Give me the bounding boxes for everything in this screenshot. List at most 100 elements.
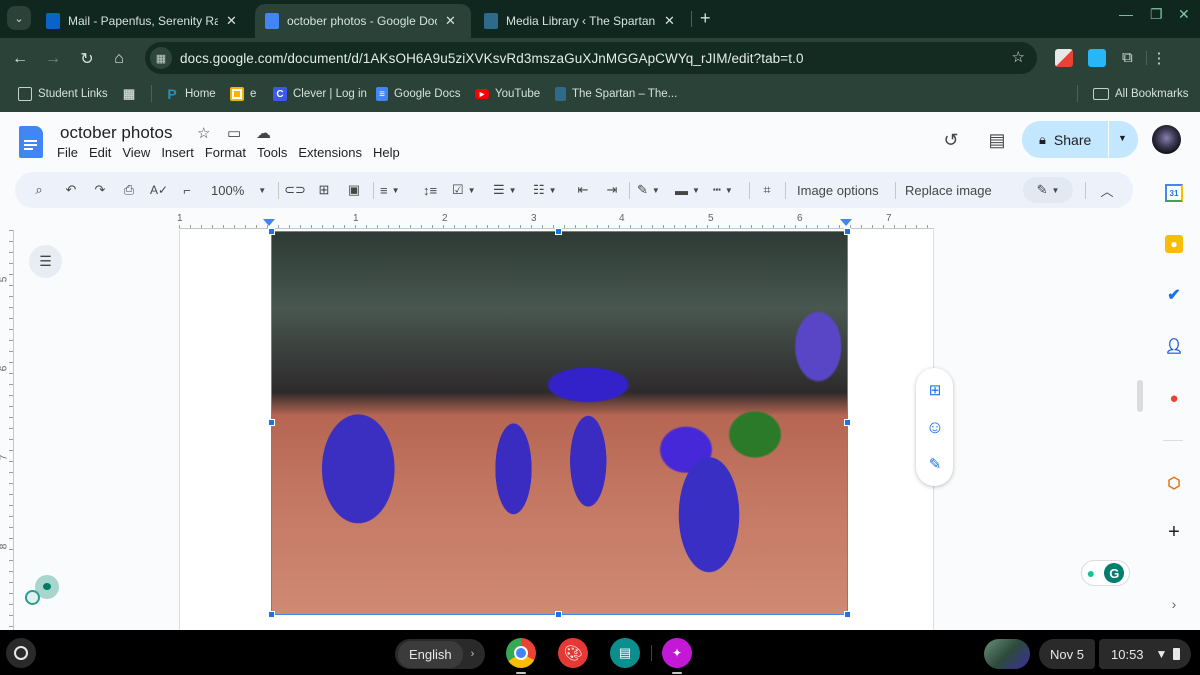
align-icon[interactable]: ≡ ▼ bbox=[380, 180, 400, 200]
suggest-edits-icon[interactable]: ✎ bbox=[925, 454, 945, 474]
hide-menus-chevron-up-icon[interactable]: ︿ bbox=[1097, 180, 1117, 200]
add-comment-icon[interactable]: ⊞ bbox=[314, 180, 334, 200]
google-docs-logo[interactable] bbox=[19, 126, 43, 158]
expand-panel-chevron-icon[interactable]: › bbox=[1165, 595, 1183, 613]
close-icon[interactable]: ✕ bbox=[226, 13, 237, 29]
address-bar[interactable]: ▦ docs.google.com/document/d/1AKsOH6A9u5… bbox=[145, 42, 1037, 74]
spellcheck-icon[interactable]: A✓ bbox=[149, 180, 169, 200]
bookmark-google-docs[interactable]: ≡ Google Docs bbox=[376, 84, 460, 104]
home-button[interactable]: ⌂ bbox=[108, 48, 130, 70]
right-indent-marker[interactable] bbox=[840, 219, 852, 226]
bookmark-star-icon[interactable]: ☆ bbox=[1012, 48, 1025, 66]
editing-mode-button[interactable]: ✎ ▼ bbox=[1023, 177, 1073, 203]
extensions-puzzle-icon[interactable]: ⧉ bbox=[1122, 49, 1140, 67]
paint-format-icon[interactable]: ⌐ bbox=[177, 180, 197, 200]
status-tray[interactable]: 10:53 ▼ bbox=[1099, 639, 1191, 669]
insert-image-icon[interactable]: ▣ bbox=[344, 180, 364, 200]
input-method-button[interactable]: English › bbox=[395, 639, 485, 669]
add-comment-icon[interactable]: ⊞ bbox=[925, 380, 945, 400]
google-contacts-icon[interactable]: 👤︎ bbox=[1164, 337, 1183, 355]
bookmark-clever[interactable]: C Clever | Log in bbox=[273, 84, 367, 104]
url-text[interactable]: docs.google.com/document/d/1AKsOH6A9u5zi… bbox=[180, 51, 804, 66]
crop-icon[interactable]: ⌗ bbox=[757, 180, 777, 200]
google-keep-icon[interactable]: ● bbox=[1165, 235, 1183, 253]
bookmark-the-spartan[interactable]: The Spartan – The... bbox=[555, 84, 677, 104]
version-history-icon[interactable]: ↺ bbox=[939, 128, 963, 152]
border-color-icon[interactable]: ✎ ▼ bbox=[637, 180, 660, 200]
comments-icon[interactable]: ▤ bbox=[985, 128, 1009, 152]
get-addons-plus-icon[interactable]: + bbox=[1165, 521, 1183, 543]
menu-insert[interactable]: Insert bbox=[161, 145, 200, 160]
bookmark-apps[interactable]: ▦ bbox=[122, 84, 142, 104]
print-icon[interactable]: ⎙ bbox=[119, 180, 139, 200]
fingerprint-icon[interactable] bbox=[25, 590, 40, 605]
bookmark-home[interactable]: P Home bbox=[165, 84, 215, 104]
resize-handle-bottom[interactable] bbox=[555, 611, 562, 618]
undo-icon[interactable]: ↶ bbox=[61, 180, 81, 200]
close-icon[interactable]: ✕ bbox=[445, 13, 456, 29]
menu-extensions[interactable]: Extensions bbox=[298, 145, 368, 160]
chrome-extension-icon[interactable] bbox=[1055, 49, 1073, 67]
replace-image-button[interactable]: Replace image bbox=[905, 180, 992, 200]
move-to-folder-icon[interactable]: ▭ bbox=[227, 124, 241, 142]
star-icon[interactable]: ☆ bbox=[197, 124, 210, 142]
back-button[interactable]: ← bbox=[9, 48, 31, 70]
all-bookmarks-button[interactable]: All Bookmarks bbox=[1093, 84, 1189, 104]
maximize-button[interactable]: ❐ bbox=[1150, 6, 1163, 23]
tab-search-button[interactable]: ⌄ bbox=[7, 6, 31, 30]
document-title[interactable]: october photos bbox=[60, 123, 172, 143]
classroom-reader-icon[interactable]: ▤ bbox=[610, 638, 640, 668]
numbered-list-icon[interactable]: ☷ ▼ bbox=[533, 180, 557, 200]
zoom-select[interactable]: 100% ▼ bbox=[211, 180, 266, 200]
decrease-indent-icon[interactable]: ⇤ bbox=[573, 180, 593, 200]
share-button[interactable]: 🔒︎ Share ▼ bbox=[1022, 121, 1138, 158]
resize-handle-top-right[interactable] bbox=[844, 228, 851, 235]
more-menu-icon[interactable]: ⋮ bbox=[1150, 49, 1168, 67]
tab-mail[interactable]: Mail - Papenfus, Serenity Rae - Outlook … bbox=[36, 4, 252, 38]
chrome-icon[interactable] bbox=[506, 638, 536, 668]
bookmark-youtube[interactable]: ▶ YouTube bbox=[475, 84, 540, 104]
vertical-scrollbar[interactable] bbox=[1137, 380, 1143, 412]
resize-handle-bottom-right[interactable] bbox=[844, 611, 851, 618]
date-button[interactable]: Nov 5 bbox=[1039, 639, 1095, 669]
resize-handle-left[interactable] bbox=[268, 419, 275, 426]
office-addon-icon[interactable]: ⬡ bbox=[1165, 474, 1183, 492]
profile-extension-icon[interactable] bbox=[1088, 49, 1106, 67]
cloud-saved-icon[interactable]: ☁ bbox=[256, 124, 271, 142]
document-outline-icon[interactable]: ☰ bbox=[29, 245, 62, 278]
menu-edit[interactable]: Edit bbox=[89, 145, 117, 160]
border-dash-icon[interactable]: ┅ ▼ bbox=[713, 180, 733, 200]
resize-handle-top-left[interactable] bbox=[268, 228, 275, 235]
reload-button[interactable]: ↻ bbox=[76, 48, 98, 70]
site-info-icon[interactable]: ▦ bbox=[150, 47, 172, 69]
menu-tools[interactable]: Tools bbox=[257, 145, 293, 160]
launcher-button[interactable] bbox=[6, 638, 36, 668]
bookmark-student-links[interactable]: Student Links bbox=[18, 84, 108, 104]
resize-handle-right[interactable] bbox=[844, 419, 851, 426]
vertical-ruler[interactable]: 5 6 7 8 bbox=[0, 230, 14, 630]
grammarly-g-icon[interactable]: G bbox=[1104, 563, 1125, 583]
menu-view[interactable]: View bbox=[122, 145, 156, 160]
insert-link-icon[interactable]: ⊂⊃ bbox=[284, 180, 306, 200]
tab-media-library[interactable]: Media Library ‹ The Spartan — WordPress … bbox=[474, 4, 688, 38]
menu-file[interactable]: File bbox=[57, 145, 84, 160]
increase-indent-icon[interactable]: ⇥ bbox=[602, 180, 622, 200]
forward-button[interactable]: → bbox=[42, 48, 64, 70]
share-dropdown-caret-icon[interactable]: ▼ bbox=[1118, 133, 1127, 143]
google-maps-icon[interactable]: ● bbox=[1165, 389, 1183, 407]
line-spacing-icon[interactable]: ↕≡ bbox=[420, 180, 440, 200]
image-options-button[interactable]: Image options bbox=[797, 180, 879, 200]
grammarly-lightbulb-icon[interactable]: ● bbox=[1087, 565, 1095, 581]
tab-google-docs[interactable]: october photos - Google Docs ✕ bbox=[255, 4, 471, 38]
bookmark-e[interactable]: e bbox=[230, 84, 256, 104]
checklist-icon[interactable]: ☑ ▼ bbox=[452, 180, 476, 200]
minimize-button[interactable]: — bbox=[1119, 6, 1133, 22]
resize-handle-bottom-left[interactable] bbox=[268, 611, 275, 618]
left-indent-marker[interactable] bbox=[263, 219, 275, 226]
search-menus-icon[interactable]: ⌕ bbox=[29, 180, 49, 200]
emoji-reaction-icon[interactable]: ☺ bbox=[925, 417, 945, 437]
grammarly-widget[interactable]: ● G bbox=[1081, 560, 1130, 586]
resize-handle-top[interactable] bbox=[555, 228, 562, 235]
menu-help[interactable]: Help bbox=[373, 145, 406, 160]
close-window-button[interactable]: ✕ bbox=[1178, 6, 1190, 23]
